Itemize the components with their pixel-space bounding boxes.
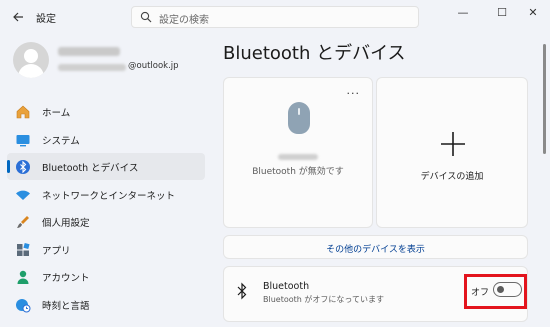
device-status: Bluetooth が無効です	[252, 167, 344, 177]
maximize-button[interactable]: ☐	[491, 4, 513, 22]
avatar[interactable]	[13, 42, 49, 78]
add-device-card[interactable]: デバイスの追加	[376, 77, 528, 228]
view-more-devices-label: その他のデバイスを表示	[326, 245, 425, 255]
back-button[interactable]	[8, 8, 28, 26]
sidebar-item-label: システム	[42, 135, 80, 147]
account-name-blurred	[58, 47, 120, 56]
plus-icon	[441, 132, 465, 156]
sidebar-item-label: アプリ	[42, 245, 71, 257]
sidebar-nav: ホーム システム Bluetooth とデバイス ネットワークとインターネット	[7, 98, 205, 318]
bluetooth-row-subtitle: Bluetooth がオフになっています	[263, 295, 384, 304]
view-more-devices-button[interactable]: その他のデバイスを表示	[223, 235, 528, 259]
title-bar: 設定 設定の検索 — ☐ ✕	[0, 0, 550, 34]
more-options-button[interactable]: ...	[347, 84, 361, 97]
sidebar-item-accounts[interactable]: アカウント	[7, 263, 205, 290]
mouse-wheel	[298, 108, 300, 115]
bluetooth-row-title: Bluetooth	[263, 281, 310, 292]
avatar-body	[18, 64, 44, 78]
avatar-head	[24, 49, 38, 63]
globe-clock-icon	[16, 298, 31, 312]
person-icon	[17, 270, 29, 284]
page-title: Bluetooth とデバイス	[223, 43, 406, 64]
bluetooth-icon	[237, 282, 247, 300]
settings-window: 設定 設定の検索 — ☐ ✕ @outlook.jp ホーム システム Blue…	[0, 0, 550, 327]
sidebar-item-time-language[interactable]: 時刻と言語	[7, 291, 205, 318]
scrollbar[interactable]	[543, 44, 546, 154]
home-icon	[16, 105, 30, 119]
account-email-blurred	[58, 64, 126, 71]
sidebar-item-system[interactable]: システム	[7, 126, 205, 153]
sidebar-item-label: ホーム	[42, 108, 71, 119]
wifi-icon	[16, 190, 30, 200]
sidebar-item-personalization[interactable]: 個人用設定	[7, 208, 205, 235]
device-card[interactable]: ... Bluetooth が無効です	[223, 77, 373, 228]
paintbrush-icon	[17, 216, 29, 228]
sidebar-item-label: ネットワークとインターネット	[42, 190, 176, 202]
minimize-button[interactable]: —	[452, 4, 474, 22]
search-icon	[140, 11, 152, 23]
sidebar-item-home[interactable]: ホーム	[7, 98, 205, 125]
device-name-blurred	[278, 154, 318, 160]
sidebar-item-apps[interactable]: アプリ	[7, 236, 205, 263]
selection-indicator	[7, 160, 10, 173]
toggle-knob	[497, 286, 504, 293]
bluetooth-toggle[interactable]	[493, 282, 522, 297]
account-email-suffix: @outlook.jp	[128, 61, 179, 71]
add-device-label: デバイスの追加	[420, 172, 484, 182]
apps-icon	[17, 242, 30, 256]
sidebar-item-network[interactable]: ネットワークとインターネット	[7, 181, 205, 208]
app-title: 設定	[36, 14, 56, 25]
mouse-icon	[288, 102, 310, 134]
back-arrow-icon	[13, 12, 23, 22]
bluetooth-icon	[16, 160, 30, 174]
close-button[interactable]: ✕	[522, 4, 544, 22]
sidebar-item-label: Bluetooth とデバイス	[42, 163, 139, 174]
sidebar-item-label: アカウント	[42, 273, 90, 284]
sidebar-item-bluetooth[interactable]: Bluetooth とデバイス	[7, 153, 205, 180]
sidebar-item-label: 時刻と言語	[42, 300, 90, 312]
search-placeholder: 設定の検索	[159, 15, 209, 26]
bluetooth-toggle-label: オフ	[471, 288, 490, 298]
search-input[interactable]: 設定の検索	[131, 6, 419, 28]
sidebar-item-label: 個人用設定	[42, 218, 90, 229]
display-icon	[16, 134, 30, 146]
